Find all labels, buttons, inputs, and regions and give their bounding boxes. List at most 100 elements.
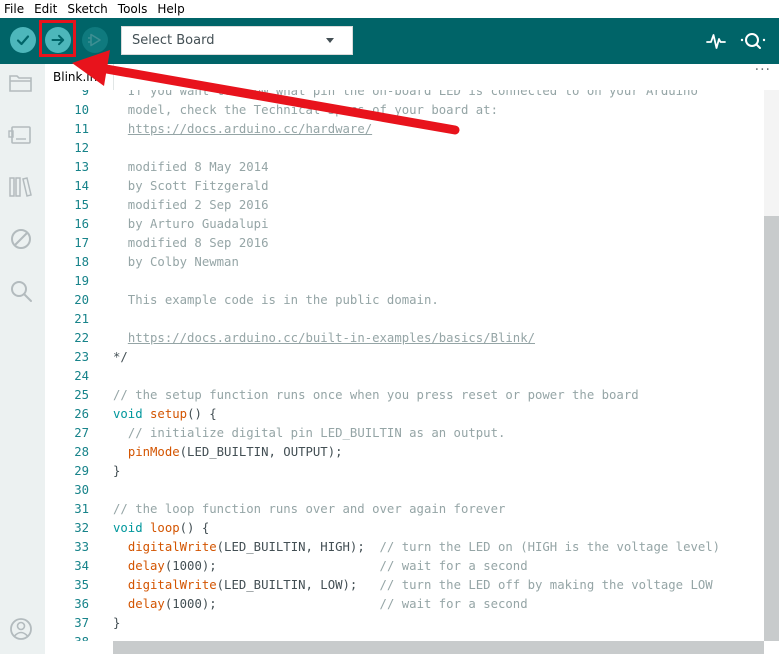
sketchbook-button[interactable] [7, 70, 35, 96]
toolbar: Select Board [0, 18, 779, 64]
code-line: modified 8 May 2014 [113, 160, 269, 174]
line-number: 32 [74, 521, 89, 535]
code-line: void setup() { [113, 407, 217, 421]
debug-button[interactable] [82, 27, 108, 53]
line-number: 13 [74, 160, 89, 174]
code-line: modified 2 Sep 2016 [113, 198, 269, 212]
line-number: 23 [74, 350, 89, 364]
chevron-down-icon [326, 38, 334, 43]
debug-icon [11, 229, 31, 249]
checkmark-icon [16, 35, 30, 46]
scrollbar-thumb[interactable] [764, 216, 779, 641]
line-number: 34 [74, 559, 89, 573]
line-number: 26 [74, 407, 89, 421]
menu-tools[interactable]: Tools [113, 0, 153, 18]
line-number: 10 [74, 103, 89, 117]
code-line: by Colby Newman [113, 255, 239, 269]
board-select-dropdown[interactable]: Select Board [121, 26, 353, 55]
code-line: delay(1000); // wait for a second [127, 559, 528, 573]
line-number: 21 [74, 312, 89, 326]
line-number: 38 [45, 633, 89, 641]
code-line: https://docs.arduino.cc/hardware/ [127, 122, 373, 136]
folder-icon [9, 75, 32, 92]
serial-monitor-button[interactable] [738, 28, 768, 54]
line-number: 18 [74, 255, 89, 269]
code-line: } [113, 616, 121, 630]
more-options-button[interactable]: ··· [755, 62, 771, 78]
code-line: */ [113, 350, 128, 364]
board-select-label: Select Board [132, 33, 215, 48]
line-number: 36 [74, 597, 89, 611]
horizontal-scrollbar[interactable] [113, 641, 764, 654]
debug-icon [88, 33, 101, 47]
tab-blink-ino[interactable]: Blink.ino [45, 64, 114, 90]
menu-bar: File Edit Sketch Tools Help [0, 0, 779, 18]
line-number: 27 [74, 426, 89, 440]
line-number: 15 [74, 198, 89, 212]
verify-button[interactable] [10, 27, 36, 53]
menu-file[interactable]: File [0, 0, 29, 18]
line-number: 16 [74, 217, 89, 231]
tab-bar: Blink.ino ··· [45, 62, 779, 91]
line-number: 31 [74, 502, 89, 516]
code-line: by Scott Fitzgerald [113, 179, 269, 193]
code-line: // the loop function runs over and over … [113, 502, 506, 516]
pulse-icon [706, 34, 726, 49]
line-number: 24 [74, 369, 89, 383]
code-line: } [113, 464, 121, 478]
line-number-gutter: 9 10 11 12 13 14 15 16 17 18 19 20 21 22 23 24 25 26 27 28 2… [45, 90, 89, 641]
board-icon [8, 126, 31, 144]
code-editor[interactable]: 9 10 11 12 13 14 15 16 17 18 19 20 21 22 23 24 25 26 27 28 2… [45, 90, 764, 641]
boards-manager-button[interactable] [7, 122, 35, 148]
menu-help[interactable]: Help [152, 0, 189, 18]
vertical-scrollbar[interactable] [764, 90, 779, 641]
code-line: This example code is in the public domai… [113, 293, 439, 307]
code-line: pinMode(LED_BUILTIN, OUTPUT); [127, 445, 343, 459]
sidebar [0, 64, 45, 654]
line-number: 14 [74, 179, 89, 193]
code-line: by Arturo Guadalupi [113, 217, 269, 231]
line-number: 29 [74, 464, 89, 478]
code-line: If you want to know what pin the on-boar… [113, 90, 698, 98]
code-line: void loop() { [113, 521, 210, 535]
menu-sketch[interactable]: Sketch [62, 0, 112, 18]
line-number: 22 [74, 331, 89, 345]
line-number: 33 [74, 540, 89, 554]
code-area[interactable]: If you want to know what pin the on-boar… [113, 90, 764, 641]
line-number: 28 [74, 445, 89, 459]
line-number: 37 [74, 616, 89, 630]
line-number: 25 [74, 388, 89, 402]
line-number: 20 [74, 293, 89, 307]
code-line: // initialize digital pin LED_BUILTIN as… [127, 426, 506, 440]
search-button[interactable] [7, 278, 35, 304]
code-line: digitalWrite(LED_BUILTIN, HIGH); // turn… [127, 540, 721, 554]
magnifier-icon [740, 33, 766, 49]
menu-edit[interactable]: Edit [29, 0, 62, 18]
upload-button-highlight [39, 20, 76, 57]
code-line: modified 8 Sep 2016 [113, 236, 269, 250]
code-line: digitalWrite(LED_BUILTIN, LOW); // turn … [127, 578, 713, 592]
library-icon [9, 177, 32, 197]
line-number: 12 [74, 141, 89, 155]
line-number: 9 [81, 90, 89, 98]
line-number: 19 [74, 274, 89, 288]
library-manager-button[interactable] [7, 174, 35, 200]
code-line: // the setup function runs once when you… [113, 388, 639, 402]
line-number: 11 [74, 122, 89, 136]
code-line: https://docs.arduino.cc/built-in-example… [127, 331, 535, 345]
code-line: delay(1000); // wait for a second [127, 597, 528, 611]
account-button[interactable] [7, 616, 35, 642]
line-number: 30 [74, 483, 89, 497]
debugger-button[interactable] [7, 226, 35, 252]
search-icon [11, 281, 32, 302]
code-line: model, check the Technical Specs of your… [113, 103, 498, 117]
line-number: 35 [74, 578, 89, 592]
serial-plotter-button[interactable] [703, 28, 729, 54]
line-number: 17 [74, 236, 89, 250]
